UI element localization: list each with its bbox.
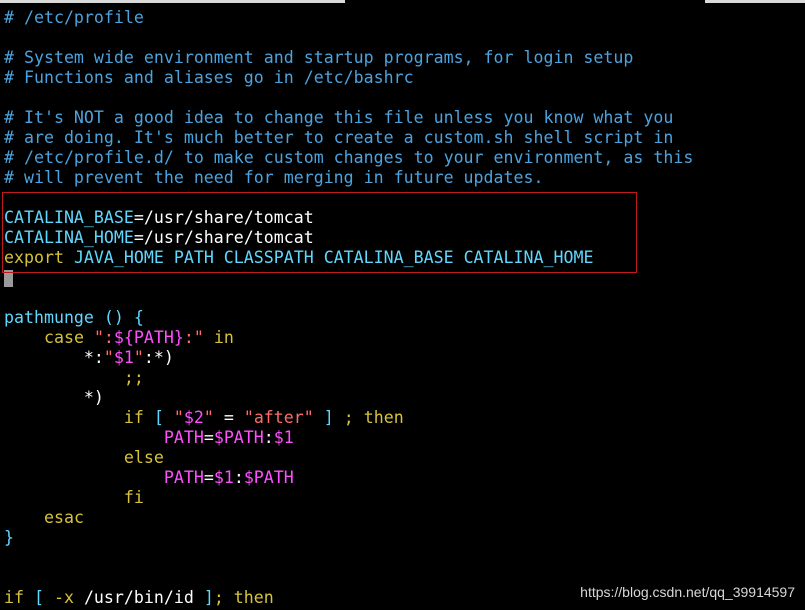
editor-line[interactable]: fi — [0, 488, 805, 508]
code-token-keyword: ;; — [4, 368, 144, 387]
editor-line[interactable]: export JAVA_HOME PATH CLASSPATH CATALINA… — [0, 248, 805, 268]
code-token-keyword: -x — [53, 588, 74, 607]
editor-line[interactable] — [0, 288, 805, 308]
editor-line[interactable]: # will prevent the need for merging in f… — [0, 168, 805, 188]
code-token-func: pathmunge () { — [4, 308, 144, 327]
code-token-subst: PATH — [163, 428, 204, 447]
editor-line[interactable]: if [ "$2" = "after" ] ; then — [0, 408, 805, 428]
editor-line[interactable]: # are doing. It's much better to create … — [0, 128, 805, 148]
code-token-keyword: ; then — [213, 588, 274, 607]
code-token-string: " — [203, 408, 214, 427]
code-token-string: "after" — [243, 408, 314, 427]
editor-line[interactable]: # Functions and aliases go in /etc/bashr… — [0, 68, 805, 88]
code-token-keyword: export — [4, 248, 64, 267]
top-tab-right — [705, 0, 805, 3]
code-token-string: ": — [93, 328, 114, 347]
text-cursor — [4, 270, 13, 287]
code-token-op: ] — [203, 588, 214, 607]
code-token-var: CATALINA_HOME — [4, 228, 134, 247]
code-token-keyword: if — [4, 588, 24, 607]
code-token-op: ] — [313, 408, 344, 427]
editor-line[interactable]: else — [0, 448, 805, 468]
code-token-plain: : — [263, 428, 274, 447]
code-token-op: [ — [23, 588, 54, 607]
code-token-var: CATALINA_BASE — [4, 208, 134, 227]
code-token-string: :" — [183, 328, 204, 347]
editor-line[interactable] — [0, 88, 805, 108]
code-token-string: " — [103, 348, 114, 367]
editor-line[interactable]: # System wide environment and startup pr… — [0, 48, 805, 68]
code-token-plain: = — [203, 428, 214, 447]
editor-line[interactable]: esac — [0, 508, 805, 528]
code-token-subst: PATH — [163, 468, 204, 487]
code-token-subst: $1 — [273, 428, 294, 447]
code-token-op: [ — [143, 408, 174, 427]
code-token-comment: # /etc/profile — [4, 8, 144, 27]
code-token-plain: = — [203, 468, 214, 487]
code-token-subst: $PATH — [213, 428, 264, 447]
code-token-var: JAVA_HOME PATH CLASSPATH CATALINA_BASE C… — [63, 248, 594, 267]
editor-line[interactable]: pathmunge () { — [0, 308, 805, 328]
code-token-func: } — [4, 528, 14, 547]
code-token-comment: # will prevent the need for merging in f… — [4, 168, 544, 187]
editor-line[interactable]: *) — [0, 388, 805, 408]
vim-editor-buffer[interactable]: # /etc/profile # System wide environment … — [0, 8, 805, 610]
editor-line[interactable]: } — [0, 528, 805, 548]
code-token-plain: = — [213, 408, 244, 427]
editor-line[interactable]: case ":${PATH}:" in — [0, 328, 805, 348]
editor-line[interactable] — [0, 268, 805, 288]
editor-line[interactable]: # /etc/profile — [0, 8, 805, 28]
code-token-plain: =/usr/share/tomcat — [133, 208, 314, 227]
code-token-subst: ${PATH} — [113, 328, 184, 347]
code-token-subst: $1 — [113, 348, 134, 367]
code-token-plain: =/usr/share/tomcat — [133, 228, 314, 247]
code-token-subst: $2 — [183, 408, 204, 427]
code-token-plain: :*) — [143, 348, 174, 367]
editor-line[interactable]: ;; — [0, 368, 805, 388]
editor-line[interactable]: *:"$1":*) — [0, 348, 805, 368]
code-token-keyword: else — [123, 448, 164, 467]
code-token-keyword: fi — [123, 488, 144, 507]
editor-line[interactable] — [0, 188, 805, 208]
editor-line[interactable]: # /etc/profile.d/ to make custom changes… — [0, 148, 805, 168]
editor-line[interactable] — [0, 28, 805, 48]
editor-line[interactable]: # It's NOT a good idea to change this fi… — [0, 108, 805, 128]
code-token-keyword: case — [43, 328, 84, 347]
top-tab-left — [0, 0, 345, 3]
code-token-string: " — [173, 408, 184, 427]
editor-line[interactable]: CATALINA_HOME=/usr/share/tomcat — [0, 228, 805, 248]
editor-line[interactable]: CATALINA_BASE=/usr/share/tomcat — [0, 208, 805, 228]
editor-line[interactable]: PATH=$1:$PATH — [0, 468, 805, 488]
code-token-plain: /usr/bin/id — [73, 588, 204, 607]
code-token-comment: # Functions and aliases go in /etc/bashr… — [4, 68, 414, 87]
code-token-plain: : — [233, 468, 244, 487]
editor-line[interactable] — [0, 548, 805, 568]
watermark-url: https://blog.csdn.net/qq_39914597 — [580, 584, 795, 600]
code-token-comment: # /etc/profile.d/ to make custom changes… — [4, 148, 694, 167]
code-token-keyword: ; then — [343, 408, 404, 427]
code-token-comment: # are doing. It's much better to create … — [4, 128, 674, 147]
code-token-keyword: in — [203, 328, 234, 347]
code-token-subst: $PATH — [243, 468, 294, 487]
code-token-subst: $1 — [213, 468, 234, 487]
code-token-plain: *: — [4, 348, 104, 367]
code-token-keyword: esac — [43, 508, 84, 527]
editor-line[interactable]: PATH=$PATH:$1 — [0, 428, 805, 448]
code-token-keyword: if — [123, 408, 144, 427]
code-token-string: " — [133, 348, 144, 367]
code-token-plain: *) — [4, 388, 104, 407]
code-token-comment: # It's NOT a good idea to change this fi… — [4, 108, 674, 127]
code-token-comment: # System wide environment and startup pr… — [4, 48, 634, 67]
window-top-edge — [0, 0, 805, 4]
